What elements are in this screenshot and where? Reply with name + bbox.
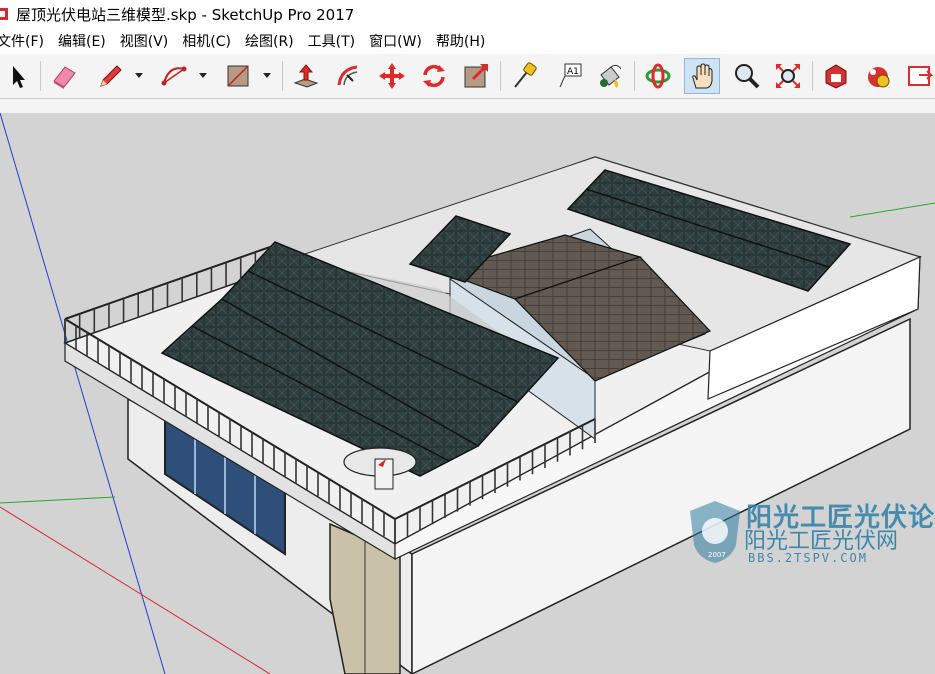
badge-year: 2007 [708,551,726,559]
forum-watermark: 2007 阳光工匠光伏论坛 阳光工匠光伏网 BBS.2TSPV.COM [684,499,935,569]
menu-draw[interactable]: 绘图(R) [238,31,301,51]
paint-bucket-tool-button[interactable] [592,58,628,94]
toolbar-separator [500,61,501,91]
orbit-icon [645,63,671,89]
toolbar-separator [812,61,813,91]
move-icon [379,63,405,89]
model-viewport[interactable]: 2007 阳光工匠光伏论坛 阳光工匠光伏网 BBS.2TSPV.COM [0,99,935,674]
watermark-line3: BBS.2TSPV.COM [748,551,868,565]
menu-view[interactable]: 视图(V) [113,31,176,51]
shield-badge-icon: 2007 [690,501,740,563]
tape-measure-icon [514,62,537,88]
layout-icon [908,66,934,86]
toolbar-separator [634,61,635,91]
eraser-icon [53,66,76,89]
push-pull-tool-button[interactable] [288,58,324,94]
extension-warehouse-button[interactable] [860,58,896,94]
move-tool-button[interactable] [374,58,410,94]
rotate-tool-button[interactable] [416,58,452,94]
main-toolbar: A1 [0,54,935,99]
sketchup-app-icon [0,8,8,20]
zoom-tool-button[interactable] [728,58,764,94]
select-tool-button[interactable] [0,58,36,94]
extension-icon [868,67,890,88]
pencil-icon [100,65,122,87]
window-title: 屋顶光伏电站三维模型.skp - SketchUp Pro 2017 [16,5,355,24]
orbit-tool-button[interactable] [640,58,676,94]
zoom-extents-icon [776,64,800,88]
warehouse-icon [825,64,847,89]
toolbar-separator [40,61,41,91]
text-tool-button[interactable]: A1 [550,58,586,94]
push-pull-icon [293,64,319,88]
3d-warehouse-button[interactable] [818,58,854,94]
rotate-icon [423,64,445,88]
rectangle-icon [227,65,249,87]
eraser-tool-button[interactable] [46,58,82,94]
toolbar-separator [282,61,283,91]
arc-tool-button[interactable] [156,58,192,94]
chevron-down-icon[interactable] [198,70,208,80]
menu-help[interactable]: 帮助(H) [429,31,492,51]
chevron-down-icon[interactable] [262,70,272,80]
select-arrow-icon [13,66,25,88]
pencil-tool-button[interactable] [92,58,128,94]
scale-icon [464,63,489,88]
hand-pan-icon [692,63,713,89]
pan-tool-button[interactable] [684,58,720,94]
zoom-extents-tool-button[interactable] [770,58,806,94]
magnifier-icon [735,64,760,89]
title-bar: 屋顶光伏电站三维模型.skp - SketchUp Pro 2017 [0,0,935,28]
rectangle-tool-button[interactable] [220,58,256,94]
text-label-icon: A1 [559,63,582,88]
sky-strip [0,99,935,113]
rooftop-pv-model-scene [0,99,935,674]
chevron-down-icon[interactable] [134,70,144,80]
menu-edit[interactable]: 编辑(E) [51,31,113,51]
arc-icon [161,66,187,86]
scale-tool-button[interactable] [458,58,494,94]
layout-send-button[interactable] [902,58,935,94]
menu-camera[interactable]: 相机(C) [175,31,238,51]
text-tool-label: A1 [567,67,579,77]
tape-measure-tool-button[interactable] [506,58,542,94]
menu-tools[interactable]: 工具(T) [301,31,362,51]
offset-tool-button[interactable] [330,58,366,94]
menu-window[interactable]: 窗口(W) [362,31,429,51]
menu-bar: 文件(F) 编辑(E) 视图(V) 相机(C) 绘图(R) 工具(T) 窗口(W… [0,28,935,54]
menu-file[interactable]: 文件(F) [0,31,51,51]
paint-bucket-icon [600,64,622,88]
offset-icon [337,65,358,86]
